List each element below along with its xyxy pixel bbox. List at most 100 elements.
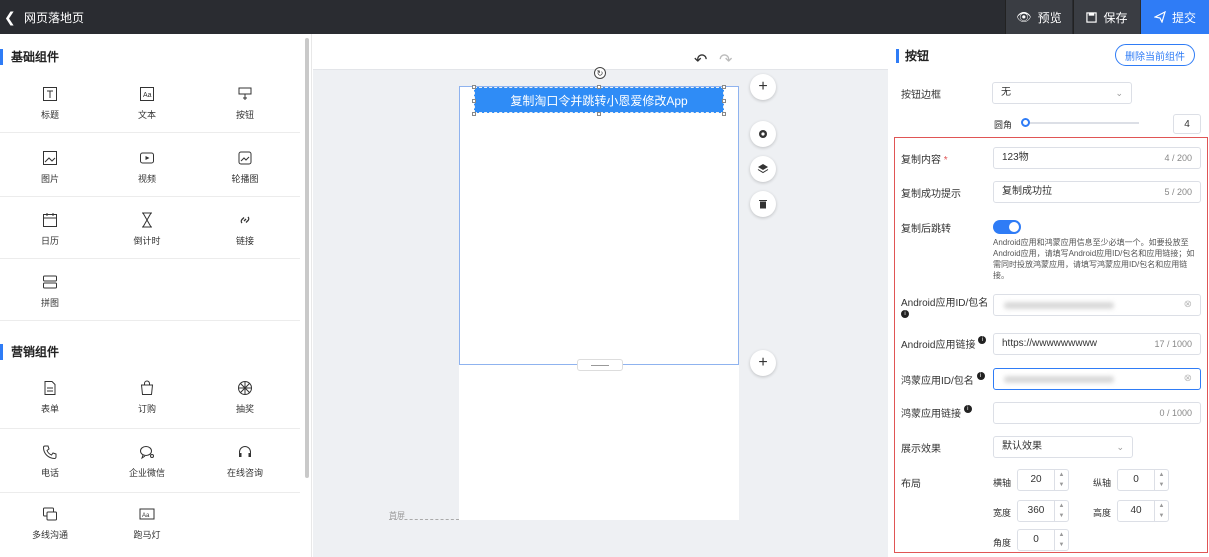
display-effect-select[interactable]: 默认效果 ⌄ [993,436,1133,458]
component-online-consult[interactable]: 在线咨询 [195,444,295,502]
info-icon[interactable]: i [976,372,985,380]
y-label: 纵轴 [1093,478,1112,488]
stepper-arrows-icon[interactable]: ▲ ▼ [1154,501,1168,521]
harmony-id-input[interactable]: ⊗ [993,368,1201,390]
radius-slider-knob[interactable] [1021,118,1030,127]
layers-icon[interactable] [750,156,776,182]
border-select[interactable]: 无 ⌄ [992,82,1132,104]
y-stepper[interactable]: 0 ▲ ▼ [1117,469,1169,491]
resize-handle[interactable] [472,99,476,103]
stepper-arrows-icon[interactable]: ▲ ▼ [1054,530,1068,550]
preview-button[interactable]: 👁 预览 [1005,0,1072,34]
form-icon [44,381,56,395]
component-carousel[interactable]: 轮播图 [195,150,295,208]
canvas-toolbar: ↶ ↷ [313,34,888,70]
save-label: 保存 [1103,10,1128,25]
component-lottery[interactable]: 抽奖 [195,380,295,438]
save-icon [1086,11,1098,23]
copy-jump-button-component[interactable]: 复制淘口令并跳转小恩爱修改App [474,87,724,113]
height-label: 高度 [1093,508,1112,518]
component-puzzle[interactable]: 拼图 [0,274,100,332]
resize-handle[interactable] [722,85,726,89]
radius-slider-track[interactable] [1024,122,1139,124]
resize-handle[interactable] [472,112,476,116]
delete-component-button[interactable]: 删除当前组件 [1115,44,1195,66]
char-counter: 0 / 1000 [1159,408,1192,418]
copy-success-input[interactable]: 复制成功拉 5 / 200 [993,181,1201,203]
copy-content-input[interactable]: 123物 4 / 200 [993,147,1201,169]
preview-label: 预览 [1037,10,1062,25]
component-label: 拼图 [40,298,59,308]
component-label: 表单 [40,404,59,414]
stepper-arrows-icon[interactable]: ▲ ▼ [1054,501,1068,521]
basic-components-title: 基础组件 [0,49,59,65]
info-icon[interactable]: i [901,310,909,318]
component-image[interactable]: 图片 [0,150,100,208]
component-link[interactable]: 链接 [195,212,295,270]
component-wecom[interactable]: 企业微信 [97,444,197,502]
add-section-icon[interactable]: + [750,74,776,100]
info-icon[interactable]: i [978,336,987,344]
radius-input[interactable]: 4 [1173,114,1201,134]
resize-handle[interactable] [597,112,601,116]
component-form[interactable]: 表单 [0,380,100,438]
panel-title: 按钮 [896,49,929,63]
harmony-link-input[interactable]: 0 / 1000 [993,402,1201,424]
component-label: 视频 [137,174,156,184]
svg-text:Aa: Aa [143,92,152,99]
calendar-icon [43,213,57,227]
component-marquee[interactable]: Aa 跑马灯 [97,506,197,557]
x-stepper[interactable]: 20 ▲ ▼ [1017,469,1069,491]
component-countdown[interactable]: 倒计时 [97,212,197,270]
headset-icon [239,446,251,457]
component-video[interactable]: 视频 [97,150,197,208]
component-title[interactable]: 标题 [0,86,100,144]
redo-icon[interactable]: ↷ [719,50,732,70]
submit-label: 提交 [1171,10,1196,25]
settings-gear-icon[interactable] [750,121,776,147]
stepper-arrows-icon[interactable]: ▲ ▼ [1154,470,1168,490]
component-label: 跑马灯 [133,530,161,540]
component-multi-channel[interactable]: 多线沟通 [0,506,100,557]
panel-scrollbar[interactable] [305,38,309,478]
copy-content-label: 复制内容 * [901,151,948,166]
component-phone[interactable]: 电话 [0,444,100,502]
component-order[interactable]: 订购 [97,380,197,438]
resize-handle[interactable] [472,85,476,89]
jump-after-copy-toggle[interactable] [993,220,1021,234]
clear-icon[interactable]: ⊗ [1184,369,1192,389]
jump-after-copy-label: 复制后跳转 [901,224,951,235]
component-button[interactable]: 按钮 [195,86,295,144]
divider [0,132,300,133]
clear-icon[interactable]: ⊗ [1184,295,1192,315]
add-section-below-icon[interactable]: + [750,350,776,376]
android-link-input[interactable]: https://wwwwwwwww 17 / 1000 [993,333,1201,355]
component-calendar[interactable]: 日历 [0,212,100,270]
harmony-link-label: 鸿蒙应用链接 i [901,405,972,420]
phone-icon [42,445,57,460]
android-id-input[interactable]: ⊗ [993,294,1201,316]
trash-icon[interactable] [750,191,776,217]
angle-stepper[interactable]: 0 ▲ ▼ [1017,529,1069,551]
component-text[interactable]: Aa 文本 [97,86,197,144]
property-panel: 按钮 删除当前组件 按钮边框 无 ⌄ 圆角 4 复制内容 * 123物 4 / … [889,34,1209,557]
x-label: 横轴 [993,478,1012,488]
info-icon[interactable]: i [963,405,972,413]
resize-handle[interactable] [722,112,726,116]
stepper-arrows-icon[interactable]: ▲ ▼ [1054,470,1068,490]
width-stepper[interactable]: 360 ▲ ▼ [1017,500,1069,522]
char-counter: 4 / 200 [1164,153,1192,163]
resize-handle[interactable] [597,85,601,89]
layout-label: 布局 [901,479,921,490]
back-arrow-icon[interactable]: ❮ [4,9,16,26]
height-stepper[interactable]: 40 ▲ ▼ [1117,500,1169,522]
redacted-value [1004,302,1114,309]
section-resize-handle[interactable] [577,359,623,371]
first-screen-line [389,519,459,520]
resize-handle[interactable] [722,99,726,103]
divider [0,428,300,429]
save-button[interactable]: 保存 [1073,0,1140,34]
submit-button[interactable]: 提交 [1141,0,1209,34]
rotate-handle-icon[interactable]: ↻ [594,67,606,79]
undo-icon[interactable]: ↶ [694,50,707,70]
